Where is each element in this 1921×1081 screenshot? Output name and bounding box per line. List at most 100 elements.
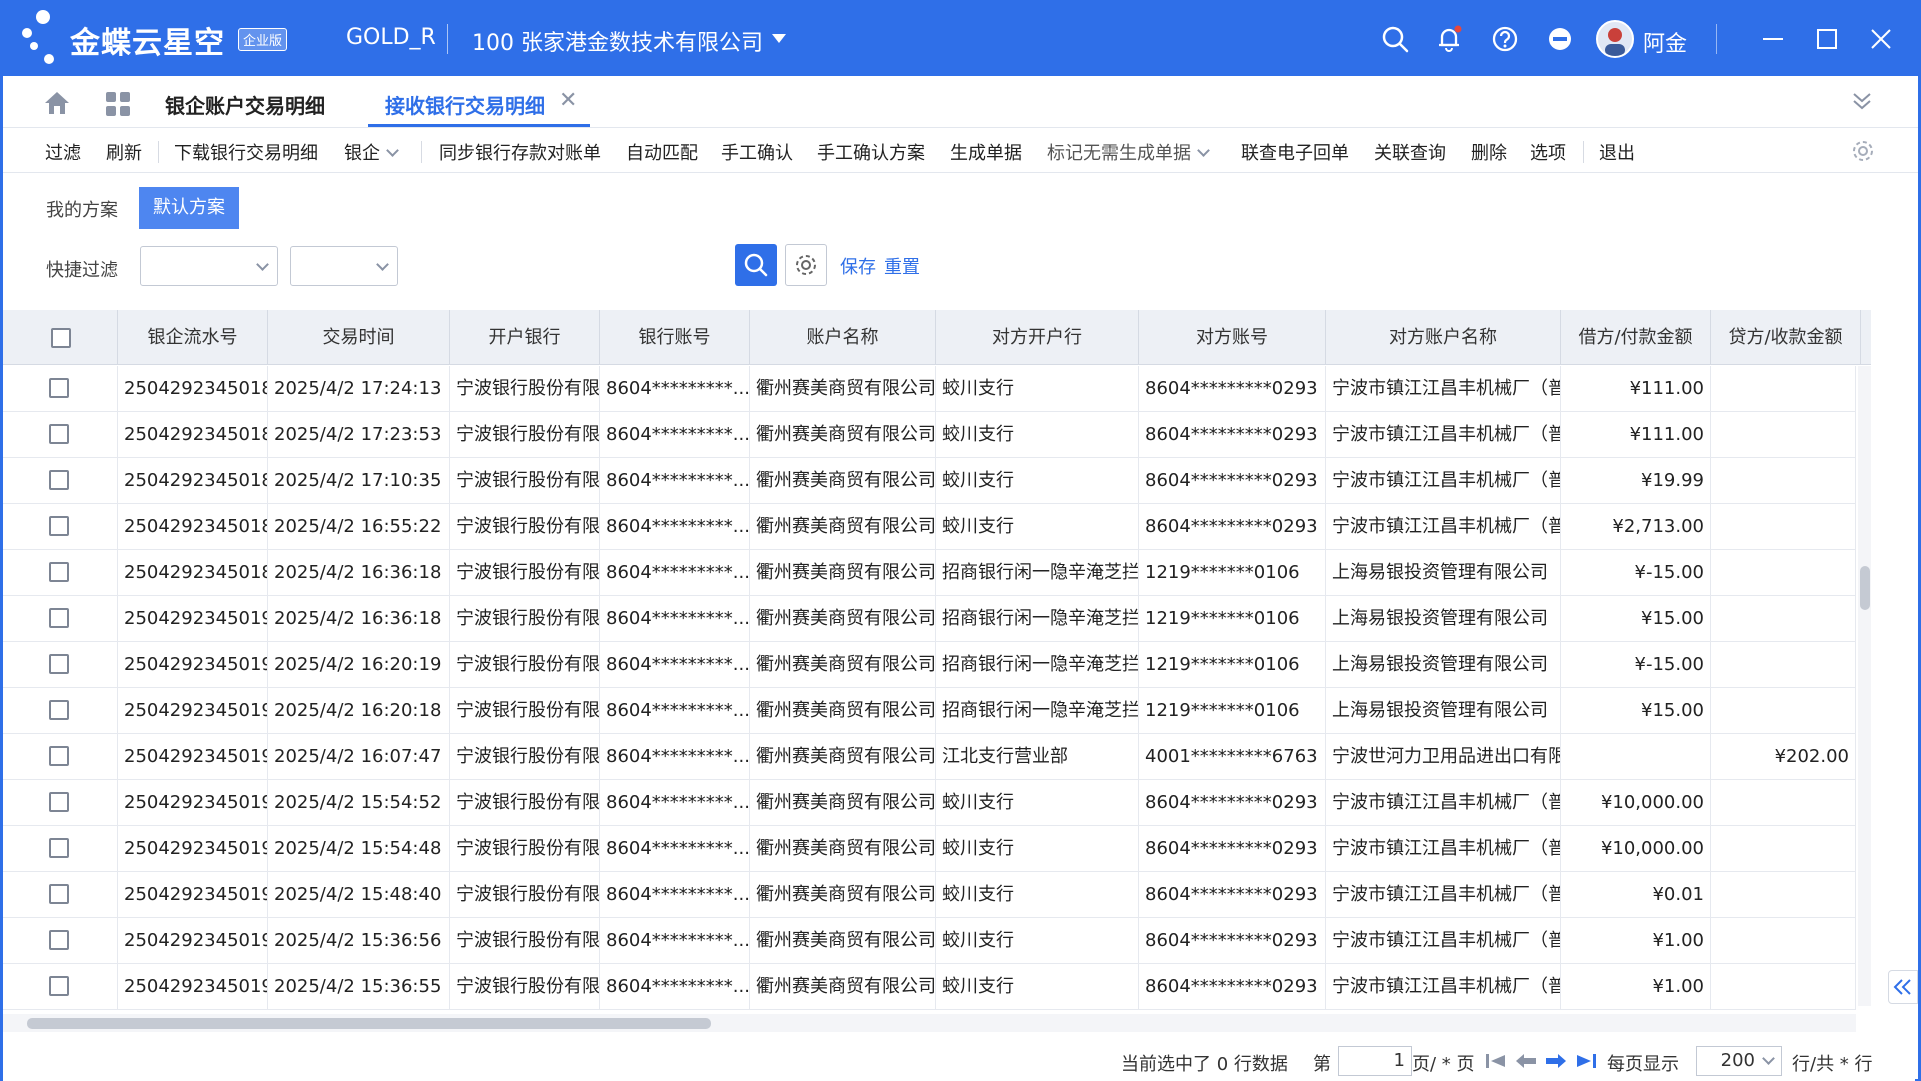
row-checkbox[interactable] [49,562,69,582]
table-cell[interactable]: 衢州赛美商贸有限公司 [750,826,936,872]
table-cell[interactable]: 2504292345019 [118,596,268,642]
table-cell[interactable] [1711,642,1856,688]
save-scheme-link[interactable]: 保存 [840,253,876,279]
org-selector[interactable]: 100 张家港金数技术有限公司 [472,25,763,57]
close-icon[interactable] [1866,24,1896,54]
table-row[interactable]: 2504292345019 2025/4/2 15:54:48 宁波银行股份有限 86… [3,826,1856,872]
row-checkbox[interactable] [49,424,69,444]
table-cell[interactable]: 宁波银行股份有限 [450,504,600,550]
table-cell[interactable]: 衢州赛美商贸有限公司 [750,780,936,826]
home-icon[interactable] [43,90,71,116]
table-cell[interactable]: 衢州赛美商贸有限公司 [750,642,936,688]
table-cell[interactable]: 2025/4/2 17:24:13 [268,366,450,412]
table-cell[interactable]: ¥202.00 [1711,734,1856,780]
table-cell[interactable]: 8604*********... [600,826,750,872]
table-cell[interactable]: 宁波市镇江江昌丰机械厂（普 [1326,780,1561,826]
table-cell[interactable]: ¥19.99 [1561,458,1711,504]
table-cell[interactable]: 8604*********... [600,458,750,504]
next-page-icon[interactable] [1545,1053,1567,1069]
table-cell[interactable]: 招商银行闲一隐辛淹芝拦 [936,550,1139,596]
generate-document-button[interactable]: 生成单据 [950,139,1022,165]
table-cell[interactable] [1711,780,1856,826]
exit-button[interactable]: 退出 [1599,139,1635,165]
table-cell[interactable]: 2025/4/2 16:36:18 [268,596,450,642]
prev-page-icon[interactable] [1515,1053,1537,1069]
table-cell[interactable]: 宁波市镇江江昌丰机械厂（普 [1326,458,1561,504]
table-cell[interactable]: 蛟川支行 [936,918,1139,964]
table-cell[interactable]: 宁波市镇江江昌丰机械厂（普 [1326,412,1561,458]
table-cell[interactable]: 衢州赛美商贸有限公司 [750,458,936,504]
side-panel-toggle[interactable] [1888,970,1918,1004]
table-cell[interactable]: 2504292345018 [118,550,268,596]
per-page-select[interactable]: 200 [1696,1046,1782,1076]
table-cell[interactable]: 8604*********... [600,780,750,826]
column-header[interactable]: 账户名称 [750,310,936,365]
help-icon[interactable] [1490,24,1520,54]
column-header[interactable]: 借方/付款金额 [1561,310,1711,365]
table-cell[interactable]: 2504292345018 [118,366,268,412]
table-cell[interactable]: 招商银行闲一隐辛淹芝拦 [936,642,1139,688]
table-cell[interactable]: 2504292345019 [118,642,268,688]
column-header[interactable]: 银企流水号 [118,310,268,365]
table-row[interactable]: 2504292345018 2025/4/2 16:36:18 宁波银行股份有限 86… [3,550,1856,596]
table-cell[interactable]: ¥1.00 [1561,964,1711,1010]
table-cell[interactable]: 2025/4/2 16:36:18 [268,550,450,596]
table-cell[interactable]: 衢州赛美商贸有限公司 [750,918,936,964]
table-cell[interactable]: 8604*********0293 [1139,412,1326,458]
table-row[interactable]: 2504292345018 2025/4/2 17:10:35 宁波银行股份有限 86… [3,458,1856,504]
table-cell[interactable]: 宁波市镇江江昌丰机械厂（普 [1326,504,1561,550]
grid-icon[interactable] [105,91,131,117]
table-cell[interactable]: 蛟川支行 [936,872,1139,918]
table-cell[interactable]: 8604*********0293 [1139,918,1326,964]
table-cell[interactable]: 宁波市镇江江昌丰机械厂（普 [1326,366,1561,412]
row-checkbox[interactable] [49,654,69,674]
tenant-name[interactable]: GOLD_R [346,25,436,50]
table-cell[interactable]: 宁波银行股份有限 [450,734,600,780]
column-header[interactable]: 开户银行 [450,310,600,365]
table-cell[interactable]: 宁波世河力卫用品进出口有限 [1326,734,1561,780]
filter-button[interactable]: 过滤 [45,139,81,165]
table-cell[interactable] [1711,688,1856,734]
table-cell[interactable]: 宁波银行股份有限 [450,412,600,458]
first-page-icon[interactable] [1485,1053,1507,1069]
download-bank-transactions-button[interactable]: 下载银行交易明细 [174,139,318,165]
column-header[interactable]: 对方账户名称 [1326,310,1561,365]
bell-icon[interactable] [1434,24,1464,54]
table-row[interactable]: 2504292345019 2025/4/2 16:20:18 宁波银行股份有限 86… [3,688,1856,734]
table-cell[interactable] [1711,596,1856,642]
quick-filter-field-select[interactable] [140,246,278,286]
table-cell[interactable]: 宁波银行股份有限 [450,826,600,872]
column-header[interactable]: 银行账号 [600,310,750,365]
table-cell[interactable]: ¥10,000.00 [1561,780,1711,826]
minus-circle-icon[interactable] [1545,24,1575,54]
table-row[interactable]: 2504292345019 2025/4/2 16:36:18 宁波银行股份有限 86… [3,596,1856,642]
vertical-scrollbar-thumb[interactable] [1860,566,1870,610]
column-header[interactable]: 对方开户行 [936,310,1139,365]
table-cell[interactable]: 1219*******0106 [1139,642,1326,688]
table-cell[interactable]: 蛟川支行 [936,504,1139,550]
table-cell[interactable]: 8604*********0293 [1139,964,1326,1010]
tab-account-transactions[interactable]: 银企账户交易明细 [165,90,325,119]
table-cell[interactable]: 宁波银行股份有限 [450,688,600,734]
table-cell[interactable]: ¥111.00 [1561,366,1711,412]
options-button[interactable]: 选项 [1530,139,1566,165]
table-cell[interactable]: 8604*********0293 [1139,458,1326,504]
row-checkbox[interactable] [49,792,69,812]
table-cell[interactable]: 2504292345019 [118,734,268,780]
gear-icon[interactable] [1851,139,1875,163]
table-cell[interactable]: 8604*********... [600,734,750,780]
table-cell[interactable]: 2025/4/2 17:23:53 [268,412,450,458]
table-cell[interactable]: 宁波银行股份有限 [450,550,600,596]
table-cell[interactable]: 蛟川支行 [936,412,1139,458]
double-chevron-down-icon[interactable] [1851,90,1873,112]
quick-search-button[interactable] [735,244,777,286]
avatar[interactable] [1596,20,1634,58]
minimize-icon[interactable] [1758,24,1788,54]
table-cell[interactable]: 8604*********... [600,918,750,964]
table-cell[interactable]: 2504292345018 [118,504,268,550]
table-cell[interactable]: 8604*********... [600,596,750,642]
e-receipt-query-button[interactable]: 联查电子回单 [1241,139,1349,165]
tab-close-icon[interactable]: ✕ [559,88,577,113]
row-checkbox[interactable] [49,516,69,536]
table-cell[interactable]: 衢州赛美商贸有限公司 [750,872,936,918]
